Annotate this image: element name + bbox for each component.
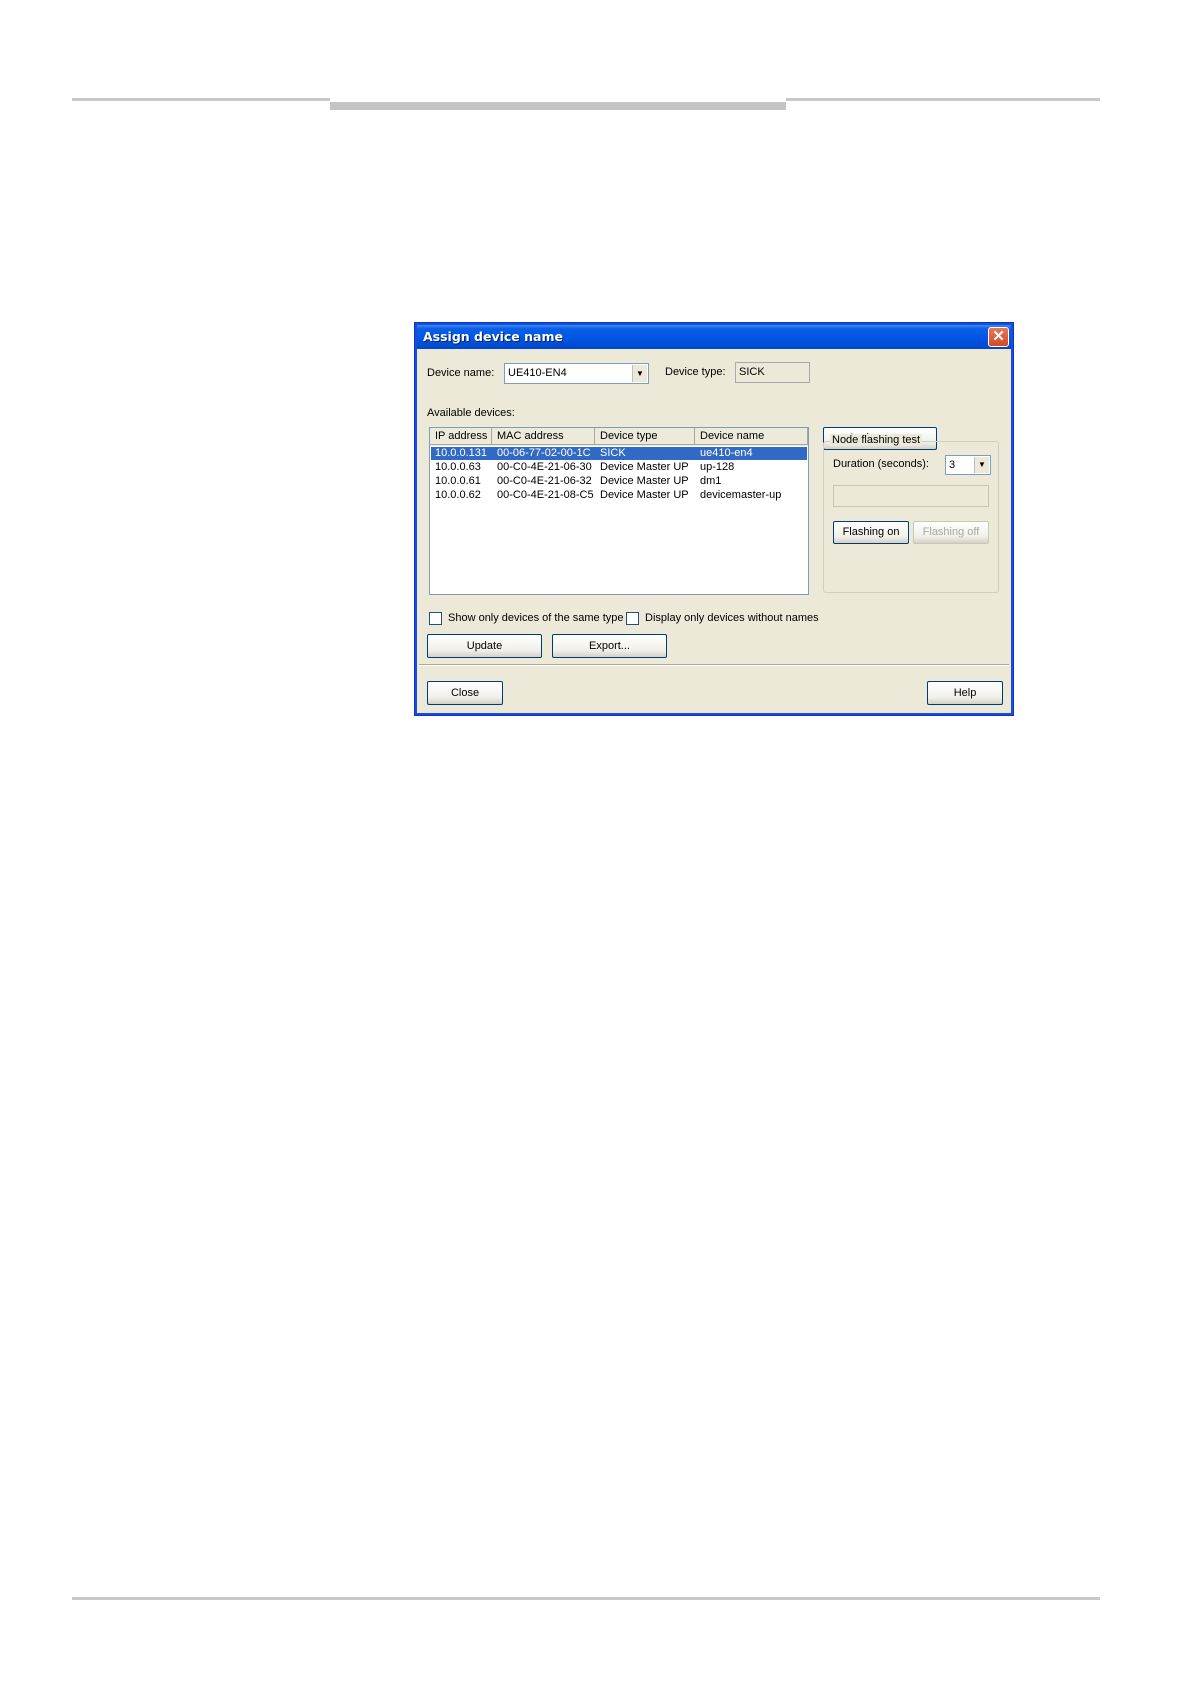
same-type-checkbox[interactable] [429,612,442,625]
close-icon[interactable]: ✕ [988,327,1009,347]
same-type-checkbox-label: Show only devices of the same type [448,612,624,624]
cell-name: dm1 [700,475,722,487]
device-type-label: Device type: [665,366,726,378]
dialog-separator [419,664,1009,666]
flashing-progress-bar [833,485,989,507]
cell-mac: 00-C0-4E-21-06-32 [497,475,592,487]
table-row[interactable]: 10.0.0.63 00-C0-4E-21-06-30 Device Maste… [431,461,807,474]
cell-ip: 10.0.0.61 [435,475,481,487]
without-names-checkbox[interactable] [626,612,639,625]
help-button[interactable]: Help [927,681,1003,705]
dialog-title: Assign device name [423,329,563,344]
cell-mac: 00-C0-4E-21-06-30 [497,461,592,473]
table-row[interactable]: 10.0.0.131 00-06-77-02-00-1C SICK ue410-… [431,447,807,460]
list-header: IP address MAC address Device type Devic… [430,428,808,446]
device-name-label: Device name: [427,367,495,379]
cell-ip: 10.0.0.62 [435,489,481,501]
chevron-down-icon[interactable]: ▼ [974,457,989,473]
available-devices-label: Available devices: [427,407,515,419]
flashing-on-button[interactable]: Flashing on [833,521,909,544]
node-flashing-test-legend: Node flashing test [830,434,923,446]
chevron-down-icon[interactable]: ▼ [632,365,647,382]
column-device-type[interactable]: Device type [595,428,695,445]
duration-combobox[interactable]: 3 ▼ [945,455,991,475]
duration-value: 3 [949,459,956,471]
header-rule-right [786,98,1100,101]
cell-name: ue410-en4 [700,447,753,459]
node-flashing-test-group: Node flashing test Duration (seconds): 3… [823,434,999,593]
without-names-checkbox-label: Display only devices without names [645,612,819,624]
cell-type: SICK [600,447,626,459]
available-devices-list[interactable]: IP address MAC address Device type Devic… [429,427,809,595]
device-name-value: UE410-EN4 [508,367,567,379]
cell-ip: 10.0.0.131 [435,447,487,459]
table-row[interactable]: 10.0.0.61 00-C0-4E-21-06-32 Device Maste… [431,475,807,488]
device-type-field: SICK [735,362,810,383]
update-button[interactable]: Update [427,634,542,658]
cell-type: Device Master UP [600,475,689,487]
device-name-combobox[interactable]: UE410-EN4 ▼ [504,363,649,384]
cell-mac: 00-06-77-02-00-1C [497,447,591,459]
dialog-titlebar[interactable]: Assign device name ✕ [417,325,1011,349]
footer-rule [72,1597,1100,1600]
cell-ip: 10.0.0.63 [435,461,481,473]
cell-mac: 00-C0-4E-21-08-C5 [497,489,594,501]
cell-type: Device Master UP [600,461,689,473]
assign-device-name-dialog: Assign device name ✕ Device name: UE410-… [414,322,1014,716]
duration-label: Duration (seconds): [833,458,929,470]
header-rule-left [72,98,330,101]
flashing-off-button[interactable]: Flashing off [913,521,989,544]
column-device-name[interactable]: Device name [695,428,808,445]
cell-type: Device Master UP [600,489,689,501]
column-mac-address[interactable]: MAC address [492,428,595,445]
header-rule-center [330,102,786,110]
cell-name: up-128 [700,461,735,473]
column-ip-address[interactable]: IP address [430,428,492,445]
table-row[interactable]: 10.0.0.62 00-C0-4E-21-08-C5 Device Maste… [431,489,807,502]
cell-name: devicemaster-up [700,489,782,501]
close-button[interactable]: Close [427,681,503,705]
export-button[interactable]: Export... [552,634,667,658]
